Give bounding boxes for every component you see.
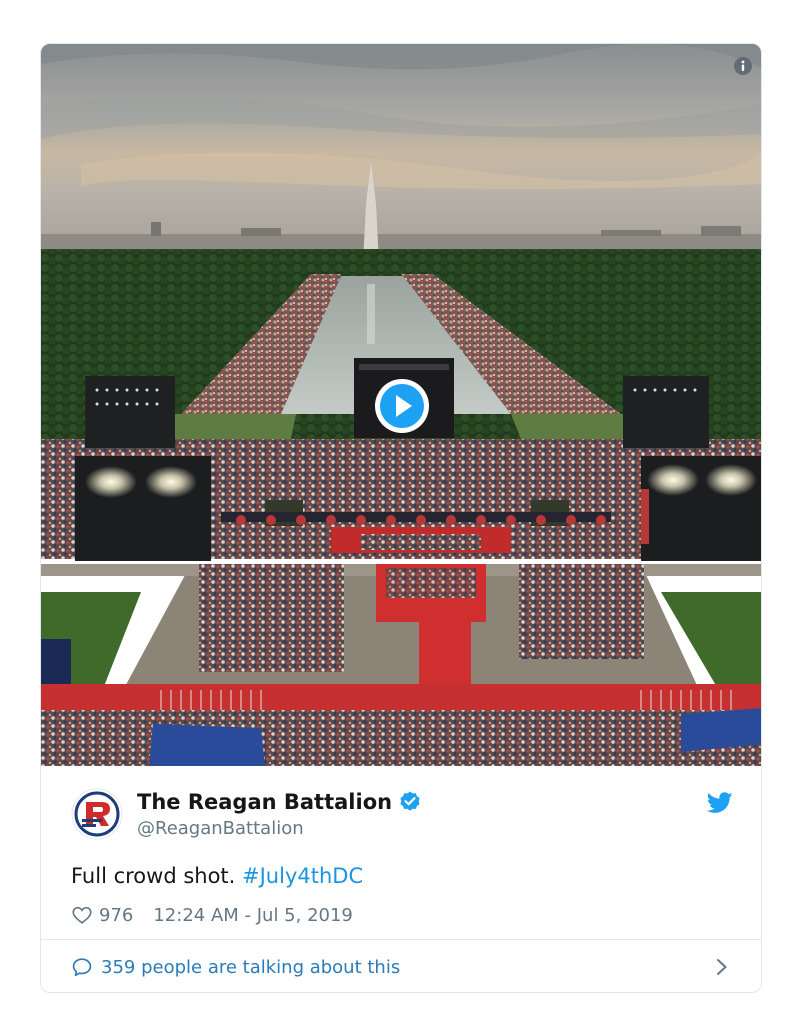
- verified-badge-icon: [400, 791, 420, 811]
- play-icon[interactable]: [373, 377, 431, 435]
- like-count: 976: [99, 904, 134, 926]
- tweet-text: Full crowd shot. #July4thDC: [71, 864, 363, 888]
- tweet-text-body: Full crowd shot.: [71, 864, 243, 888]
- hashtag-link[interactable]: #July4thDC: [242, 864, 363, 888]
- avatar[interactable]: [71, 788, 123, 840]
- display-name[interactable]: The Reagan Battalion: [137, 790, 392, 814]
- talking-about-link[interactable]: 359 people are talking about this: [41, 939, 761, 992]
- tweet-video-media[interactable]: [41, 44, 761, 766]
- speech-bubble-icon: [72, 958, 92, 977]
- name-row: The Reagan Battalion: [137, 790, 422, 814]
- embedded-tweet-card: The Reagan Battalion @ReaganBattalion Fu…: [40, 43, 762, 993]
- talking-about-text: 359 people are talking about this: [101, 956, 401, 978]
- info-icon[interactable]: [733, 56, 753, 76]
- heart-icon[interactable]: [71, 904, 93, 926]
- tweet-meta: 976 12:24 AM - Jul 5, 2019: [71, 904, 353, 926]
- chevron-right-icon[interactable]: [715, 957, 729, 977]
- twitter-bird-icon[interactable]: [707, 792, 733, 814]
- tweet-timestamp[interactable]: 12:24 AM - Jul 5, 2019: [153, 905, 353, 926]
- user-handle[interactable]: @ReaganBattalion: [137, 818, 304, 839]
